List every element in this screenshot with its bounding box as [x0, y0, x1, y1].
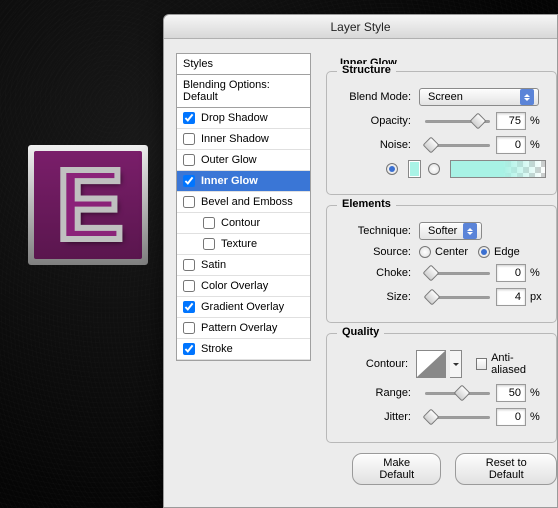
jitter-label: Jitter: [341, 411, 419, 423]
style-label: Outer Glow [201, 154, 257, 166]
choke-input[interactable] [496, 264, 526, 282]
select-arrows-icon [463, 223, 477, 239]
antialiased-checkbox[interactable]: Anti-aliased [476, 352, 546, 376]
antialiased-label: Anti-aliased [491, 352, 546, 376]
size-label: Size: [341, 291, 419, 303]
opacity-input[interactable] [496, 112, 526, 130]
jitter-slider[interactable] [425, 410, 490, 424]
style-checkbox[interactable] [183, 259, 195, 271]
style-checkbox[interactable] [183, 343, 195, 355]
options-panel: Inner Glow Structure Blend Mode: Screen … [326, 71, 557, 485]
style-checkbox[interactable] [183, 175, 195, 187]
technique-label: Technique: [341, 225, 419, 237]
source-edge-radio[interactable]: Edge [478, 246, 520, 258]
contour-picker[interactable] [416, 350, 446, 378]
elements-group: Elements Technique: Softer Source: Cente… [326, 205, 557, 323]
opacity-unit: % [530, 115, 546, 127]
styles-header[interactable]: Styles [176, 53, 311, 75]
glow-gradient-swatch[interactable] [450, 160, 546, 178]
style-checkbox[interactable] [183, 112, 195, 124]
choke-label: Choke: [341, 267, 419, 279]
style-row[interactable]: Outer Glow [177, 150, 310, 171]
style-label: Satin [201, 259, 226, 271]
noise-label: Noise: [341, 139, 419, 151]
layer-style-dialog: Layer Style Styles Blending Options: Def… [163, 14, 558, 508]
style-preview: E [28, 145, 148, 265]
style-label: Drop Shadow [201, 112, 268, 124]
style-checkbox[interactable] [183, 322, 195, 334]
style-label: Gradient Overlay [201, 301, 284, 313]
style-row[interactable]: Gradient Overlay [177, 297, 310, 318]
opacity-slider[interactable] [425, 114, 490, 128]
contour-dropdown-icon[interactable] [450, 350, 462, 378]
structure-legend: Structure [337, 64, 396, 76]
elements-legend: Elements [337, 198, 396, 210]
style-checkbox[interactable] [183, 301, 195, 313]
noise-unit: % [530, 139, 546, 151]
reset-default-button[interactable]: Reset to Default [455, 453, 557, 485]
blend-mode-select[interactable]: Screen [419, 88, 539, 106]
styles-list: Drop Shadow Inner Shadow Outer Glow Inner G… [176, 108, 311, 361]
style-row[interactable]: Inner Glow [177, 171, 310, 192]
style-label: Texture [221, 238, 257, 250]
opacity-label: Opacity: [341, 115, 419, 127]
style-checkbox[interactable] [183, 280, 195, 292]
style-label: Inner Shadow [201, 133, 269, 145]
style-checkbox[interactable] [203, 238, 215, 250]
source-label: Source: [341, 246, 419, 258]
style-label: Inner Glow [201, 175, 258, 187]
quality-group: Quality Contour: Anti-aliased [326, 333, 557, 443]
source-center-label: Center [435, 246, 468, 258]
blending-options-row[interactable]: Blending Options: Default [176, 75, 311, 108]
blend-mode-value: Screen [428, 91, 469, 103]
structure-group: Structure Blend Mode: Screen Opacity: % [326, 71, 557, 195]
style-label: Color Overlay [201, 280, 268, 292]
style-checkbox[interactable] [183, 154, 195, 166]
style-row[interactable]: Inner Shadow [177, 129, 310, 150]
style-label: Stroke [201, 343, 233, 355]
size-input[interactable] [496, 288, 526, 306]
range-input[interactable] [496, 384, 526, 402]
size-slider[interactable] [425, 290, 490, 304]
style-row[interactable]: Color Overlay [177, 276, 310, 297]
noise-slider[interactable] [425, 138, 490, 152]
style-label: Pattern Overlay [201, 322, 277, 334]
style-row[interactable]: Texture [177, 234, 310, 255]
jitter-unit: % [530, 411, 546, 423]
source-center-radio[interactable]: Center [419, 246, 468, 258]
source-edge-label: Edge [494, 246, 520, 258]
choke-slider[interactable] [425, 266, 490, 280]
select-arrows-icon [520, 89, 534, 105]
noise-input[interactable] [496, 136, 526, 154]
range-label: Range: [341, 387, 419, 399]
gradient-radio[interactable] [428, 163, 440, 175]
make-default-button[interactable]: Make Default [352, 453, 441, 485]
style-checkbox[interactable] [183, 196, 195, 208]
technique-select[interactable]: Softer [419, 222, 482, 240]
dialog-title: Layer Style [164, 15, 557, 39]
style-label: Bevel and Emboss [201, 196, 293, 208]
quality-legend: Quality [337, 326, 384, 338]
style-row[interactable]: Pattern Overlay [177, 318, 310, 339]
style-row[interactable]: Drop Shadow [177, 108, 310, 129]
choke-unit: % [530, 267, 546, 279]
style-row[interactable]: Stroke [177, 339, 310, 360]
blend-mode-label: Blend Mode: [341, 91, 419, 103]
style-row[interactable]: Bevel and Emboss [177, 192, 310, 213]
range-unit: % [530, 387, 546, 399]
range-slider[interactable] [425, 386, 490, 400]
style-label: Contour [221, 217, 260, 229]
style-row[interactable]: Satin [177, 255, 310, 276]
jitter-input[interactable] [496, 408, 526, 426]
styles-column: Styles Blending Options: Default Drop Sh… [176, 53, 311, 361]
solid-color-radio[interactable] [386, 163, 398, 175]
contour-label: Contour: [341, 358, 416, 370]
technique-value: Softer [428, 225, 463, 237]
preview-letter: E [57, 148, 120, 263]
style-checkbox[interactable] [203, 217, 215, 229]
style-row[interactable]: Contour [177, 213, 310, 234]
glow-color-swatch[interactable] [408, 160, 421, 178]
size-unit: px [530, 291, 546, 303]
style-checkbox[interactable] [183, 133, 195, 145]
